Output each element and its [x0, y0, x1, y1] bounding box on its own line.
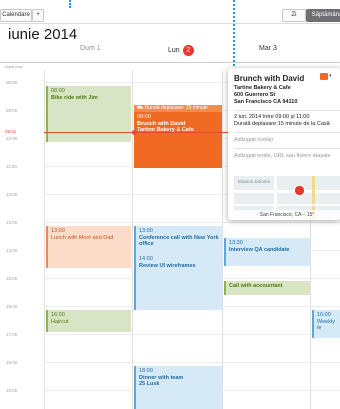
- event-interview[interactable]: 13:30 Interview QA candidate: [224, 238, 310, 266]
- car-icon: ⛟: [137, 105, 144, 111]
- toolbar: Calendare + Zi Săptămână: [0, 8, 340, 22]
- invitees-field[interactable]: Adăugați invitați: [234, 137, 273, 143]
- current-time-line: [44, 132, 240, 133]
- time-label: 13:00: [6, 220, 18, 225]
- popover-travel-time[interactable]: Durată deplasare:15 minute de la Casă: [234, 121, 330, 127]
- all-day-label: toată ziua: [5, 64, 23, 69]
- event-review-wireframes[interactable]: 14:00 Review UI wireframes: [134, 254, 222, 310]
- day-name: Mar: [259, 45, 272, 52]
- notes-field[interactable]: Adăugați notițe, URL sau fișiere atașate: [234, 153, 331, 159]
- add-event-button[interactable]: +: [32, 9, 44, 22]
- travel-time-bar[interactable]: ⛟ Durată deplasare: 15 minute: [134, 105, 222, 112]
- event-title: Lunch with Mom and Dad: [51, 234, 114, 241]
- time-label: 08:00: [6, 80, 18, 85]
- callout-line: [69, 0, 71, 8]
- week-view-tab[interactable]: Săptămână: [306, 9, 340, 22]
- calendar-window: Calendare + Zi Săptămână iunie 2014 Dum …: [0, 0, 340, 409]
- popover-date[interactable]: 2 iun. 2014 între 09:00 și 11:00: [234, 114, 309, 120]
- time-label: 10:00: [6, 136, 18, 141]
- column-divider: [222, 70, 223, 409]
- chevron-down-icon[interactable]: ▾: [329, 73, 332, 79]
- toolbar-divider: [0, 23, 340, 24]
- time-label: 11:00: [6, 164, 17, 169]
- event-call-accountant[interactable]: Call with accountant: [224, 281, 310, 295]
- day-name: Dum: [80, 45, 95, 52]
- popover-divider: [234, 148, 340, 149]
- event-haircut[interactable]: 16:00 Haircut: [46, 310, 131, 332]
- event-bike-ride[interactable]: 08:00 Bike ride with Jim: [46, 86, 131, 142]
- popover-title: Brunch with David: [234, 74, 305, 83]
- event-conference-call[interactable]: 13:00 Conference call with New York offi…: [134, 226, 222, 254]
- calendar-color-picker[interactable]: [320, 73, 328, 80]
- time-label: 14:00: [6, 248, 18, 253]
- map-place-label: Mission Dolores: [238, 179, 271, 184]
- column-divider: [132, 70, 133, 409]
- popover-address-line: San Francisco CA 94110: [234, 99, 298, 105]
- day-header-tuesday[interactable]: Mar 3: [259, 45, 277, 52]
- time-label: 12:00: [6, 192, 18, 197]
- current-time-dot: [132, 130, 137, 135]
- event-title: Conference call with New York office: [139, 234, 219, 248]
- map-road: [234, 204, 340, 206]
- calendars-button[interactable]: Calendare: [0, 9, 32, 22]
- event-location: 25 Lusk: [139, 381, 160, 387]
- today-badge: 2: [182, 45, 194, 56]
- column-divider: [44, 70, 45, 409]
- time-label: 15:00: [6, 276, 18, 281]
- time-label: 19:00: [6, 388, 18, 393]
- event-title: Call with accountant: [229, 283, 283, 289]
- map-caption: San Francisco, CA – 15°: [234, 210, 340, 220]
- all-day-divider: [0, 62, 340, 63]
- time-label: 18:00: [6, 360, 18, 365]
- event-title: Review UI wireframes: [139, 262, 196, 269]
- month-title: iunie 2014: [8, 26, 78, 43]
- location-map[interactable]: Mission Dolores San Francisco, CA – 15°: [234, 176, 340, 220]
- hour-line: [44, 334, 340, 335]
- day-header-sunday[interactable]: Dum 1: [80, 45, 101, 52]
- popover-divider: [234, 132, 340, 133]
- popover-address-line: 600 Guerrero St: [234, 92, 276, 98]
- hour-line: [44, 362, 340, 363]
- event-title: Haircut: [51, 318, 69, 325]
- time-label: 17:00: [6, 332, 18, 337]
- time-label: 16:00: [6, 304, 18, 309]
- popover-divider: [234, 110, 340, 111]
- day-name: Lun: [168, 47, 180, 54]
- hour-line: [44, 222, 340, 223]
- travel-time-label: Durată deplasare: 15 minute: [144, 105, 208, 111]
- current-time-label: 09:41: [5, 129, 17, 134]
- event-brunch[interactable]: 09:00 Brunch with David Tartine Bakery &…: [134, 112, 222, 168]
- map-road: [234, 190, 340, 193]
- time-label: 09:00: [6, 108, 18, 113]
- event-dinner[interactable]: 18:00 Dinner with team 25 Lusk: [134, 366, 222, 409]
- day-header-monday[interactable]: Lun 2: [168, 45, 194, 56]
- event-title: Bike ride with Jim: [51, 94, 98, 101]
- map-pin-icon: [294, 185, 305, 196]
- popover-address-line: Tartine Bakery & Cafe: [234, 85, 291, 91]
- event-lunch[interactable]: 13:00 Lunch with Mom and Dad: [46, 226, 131, 268]
- event-weekly[interactable]: 16:00 Weekly te: [312, 310, 340, 338]
- event-popover[interactable]: Brunch with David ▾ Tartine Bakery & Caf…: [228, 68, 340, 220]
- event-title: Weekly te: [317, 318, 335, 332]
- day-number: 1: [96, 45, 101, 52]
- day-view-tab[interactable]: Zi: [282, 9, 306, 22]
- event-title: Interview QA candidate: [229, 246, 290, 253]
- day-number: 3: [273, 45, 277, 52]
